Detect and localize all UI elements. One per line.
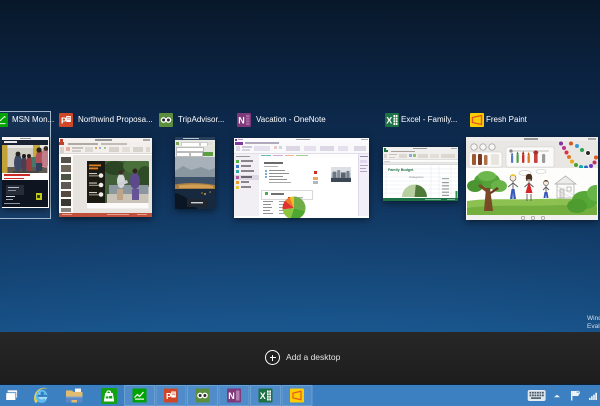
svg-text:N: N <box>238 116 245 126</box>
svg-text:X: X <box>386 116 392 126</box>
svg-text:Family Budget: Family Budget <box>388 168 414 172</box>
svg-text:Categories: Categories <box>409 175 424 179</box>
svg-text:P: P <box>61 115 67 125</box>
